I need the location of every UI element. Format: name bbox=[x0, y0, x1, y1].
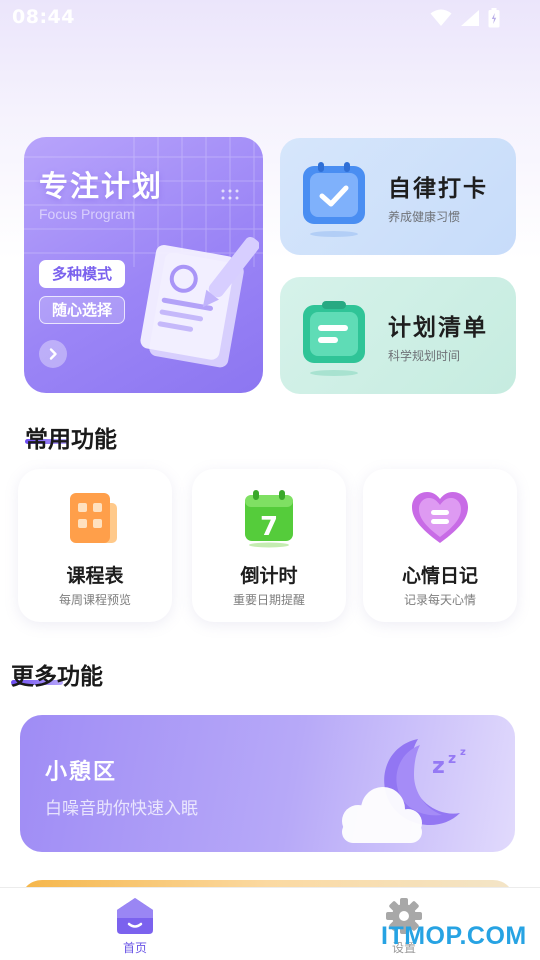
dots-decoration bbox=[221, 189, 239, 200]
timetable-card[interactable]: 课程表 每周课程预览 bbox=[18, 469, 172, 622]
common-functions-title: 常用功能 bbox=[25, 427, 117, 453]
checkin-title: 自律打卡 bbox=[388, 176, 488, 202]
nav-home-label: 首页 bbox=[122, 941, 147, 955]
checkin-icon bbox=[303, 162, 365, 237]
plan-list-subtitle: 科学规划时间 bbox=[388, 349, 461, 363]
focus-arrow-button[interactable] bbox=[39, 340, 67, 368]
countdown-title: 倒计时 bbox=[240, 565, 298, 587]
rest-area-title: 小憩区 bbox=[45, 760, 118, 785]
timetable-subtitle: 每周课程预览 bbox=[58, 593, 131, 607]
home-icon bbox=[117, 898, 153, 934]
calendar-icon: 7 bbox=[245, 490, 293, 548]
watermark-text: ITMOP.COM bbox=[381, 922, 527, 950]
focus-plan-card[interactable]: 专注计划 Focus Program 多种模式 随心选择 bbox=[24, 137, 263, 393]
status-icons bbox=[430, 8, 500, 28]
plan-list-icon bbox=[303, 301, 365, 376]
signal-icon bbox=[461, 10, 479, 26]
z-icon: z bbox=[448, 751, 456, 767]
z-icon: z bbox=[432, 754, 445, 779]
focus-plan-title: 专注计划 bbox=[39, 169, 164, 203]
mood-diary-subtitle: 记录每天心情 bbox=[403, 593, 476, 607]
checkin-card[interactable]: 自律打卡 养成健康习惯 bbox=[280, 138, 516, 255]
heart-icon bbox=[412, 492, 468, 543]
calendar-number: 7 bbox=[260, 512, 278, 542]
status-bar: 08:44 bbox=[0, 0, 540, 36]
rest-area-card[interactable]: 小憩区 白噪音助你快速入眠 z z z bbox=[20, 715, 515, 852]
chevron-right-icon bbox=[49, 348, 57, 360]
document-pen-illustration bbox=[140, 237, 259, 368]
tag-free-choice: 随心选择 bbox=[39, 296, 126, 324]
timetable-title: 课程表 bbox=[66, 565, 124, 587]
plan-list-card[interactable]: 计划清单 科学规划时间 bbox=[280, 277, 516, 394]
wifi-icon bbox=[430, 9, 452, 26]
status-time: 08:44 bbox=[12, 6, 75, 28]
countdown-subtitle: 重要日期提醒 bbox=[232, 593, 305, 607]
battery-icon bbox=[488, 8, 500, 28]
plan-list-title: 计划清单 bbox=[388, 315, 488, 341]
rest-area-subtitle: 白噪音助你快速入眠 bbox=[45, 799, 198, 819]
focus-plan-subtitle: Focus Program bbox=[39, 206, 135, 222]
countdown-card[interactable]: 7 倒计时 重要日期提醒 bbox=[192, 469, 346, 622]
more-functions-title: 更多功能 bbox=[11, 664, 103, 690]
z-icon: z bbox=[460, 747, 466, 758]
nav-home[interactable]: 首页 bbox=[107, 894, 163, 955]
checkin-subtitle: 养成健康习惯 bbox=[388, 210, 461, 224]
tag-multiple-modes: 多种模式 bbox=[39, 260, 126, 288]
mood-diary-title: 心情日记 bbox=[401, 565, 478, 587]
mood-diary-card[interactable]: 心情日记 记录每天心情 bbox=[363, 469, 517, 622]
moon-cloud-illustration: z z z bbox=[342, 739, 466, 843]
timetable-icon bbox=[70, 493, 117, 543]
